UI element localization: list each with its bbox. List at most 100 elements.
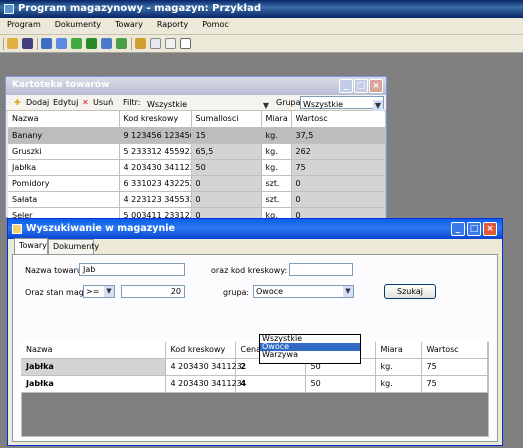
document-icon[interactable] xyxy=(150,38,161,49)
name-input[interactable]: Jab xyxy=(79,263,185,276)
kartoteka-title-bar[interactable]: Kartoteka towarów _ □ × xyxy=(6,77,386,95)
operator-select[interactable]: >= ▼ xyxy=(83,285,115,298)
group-select[interactable]: Wszystkie ▼ xyxy=(300,96,384,111)
chevron-down-icon: ▼ xyxy=(104,286,114,297)
table-row[interactable]: Banany 9 123456 123456 15 kg. 37,5 xyxy=(8,127,386,144)
menu-pomoc[interactable]: Pomoc xyxy=(195,18,236,31)
menu-raporty[interactable]: Raporty xyxy=(150,18,195,31)
minimize-button[interactable]: _ xyxy=(451,222,465,236)
folder-icon[interactable] xyxy=(7,38,18,49)
search-button[interactable]: Szukaj xyxy=(384,284,436,299)
group-value: Wszystkie xyxy=(303,100,344,109)
column-header[interactable]: Wartosc xyxy=(291,111,386,128)
column-header[interactable]: Miara xyxy=(261,111,292,128)
column-header[interactable]: Kod kreskowy xyxy=(119,111,192,128)
group-value: Owoce xyxy=(256,287,284,296)
cell: Banany xyxy=(8,127,120,144)
app-title-bar: Program magazynowy - magazyn: Przykład xyxy=(0,0,523,18)
column-header[interactable]: Miara xyxy=(375,342,422,359)
table-row[interactable]: Jabłka 4 203430 341123 4 50 kg. 75 xyxy=(21,375,488,393)
menu-towary[interactable]: Towary xyxy=(108,18,150,31)
filter-value: Wszystkie xyxy=(147,100,188,109)
column-header[interactable]: Kod kreskowy xyxy=(165,342,236,359)
stock-input[interactable]: 20 xyxy=(121,285,185,298)
add-icon[interactable]: ✚ xyxy=(14,98,21,107)
table-row[interactable]: Pomidory 6 331023 432252 0 szt. 0 xyxy=(8,175,386,192)
cell: 0 xyxy=(191,175,262,192)
cell: 15 xyxy=(191,127,262,144)
delete-icon[interactable]: ✕ xyxy=(82,98,89,107)
cell: Pomidory xyxy=(8,175,120,192)
menu-bar: Program Dokumenty Towary Raporty Pomoc xyxy=(0,18,523,35)
maximize-button[interactable]: □ xyxy=(354,79,368,93)
tab-dokumenty[interactable]: Dokumenty xyxy=(48,239,99,254)
cell: 75 xyxy=(421,358,488,376)
group-label: grupa: xyxy=(223,288,250,297)
cell: 0 xyxy=(291,175,386,192)
grid-header: Nazwa Kod kreskowy Cena Ilość Miara Wart… xyxy=(21,342,488,359)
table-row[interactable]: Gruszki 5 233312 455923 65,5 kg. 262 xyxy=(8,143,386,160)
move-icon[interactable] xyxy=(56,38,67,49)
cell: Jabłka xyxy=(21,375,166,393)
minimize-button[interactable]: _ xyxy=(339,79,353,93)
report-icon[interactable] xyxy=(165,38,176,49)
edit-document-icon[interactable] xyxy=(135,38,146,49)
stock-label: Oraz stan mag. : xyxy=(25,288,92,297)
edit-button[interactable]: Edytuj xyxy=(53,98,78,107)
column-header[interactable]: Sumallosci xyxy=(191,111,262,128)
add-button[interactable]: Dodaj xyxy=(26,98,49,107)
chart-icon[interactable] xyxy=(180,38,191,49)
column-header[interactable]: Wartosc xyxy=(421,342,488,359)
refresh-icon[interactable] xyxy=(101,38,112,49)
menu-program[interactable]: Program xyxy=(0,18,48,31)
car-icon[interactable] xyxy=(41,38,52,49)
table-row[interactable]: Sałata 4 223123 345532 0 szt. 0 xyxy=(8,191,386,208)
chevron-down-icon: ▼ xyxy=(373,100,383,111)
barcode-input[interactable] xyxy=(289,263,353,276)
kartoteka-title: Kartoteka towarów xyxy=(12,80,110,90)
cell: szt. xyxy=(261,191,292,208)
table-row[interactable]: Jabłka 4 203430 341123 2 50 kg. 75 xyxy=(21,358,488,376)
chevron-down-icon: ▼ xyxy=(343,286,353,297)
main-toolbar xyxy=(0,35,523,53)
cell: 4 203430 341123 xyxy=(119,159,192,176)
delete-button[interactable]: Usuń xyxy=(93,98,113,107)
close-button[interactable]: × xyxy=(369,79,383,93)
close-button[interactable]: × xyxy=(483,222,497,236)
tree-icon[interactable] xyxy=(86,38,97,49)
table-row[interactable]: Jabłka 4 203430 341123 50 kg. 75 xyxy=(8,159,386,176)
group-select[interactable]: Owoce ▼ xyxy=(253,285,354,298)
search-title-bar[interactable]: Wyszukiwanie w magazynie _ □ × xyxy=(8,219,502,239)
app-icon xyxy=(4,4,14,14)
cell: 65,5 xyxy=(191,143,262,160)
toolbar-separator xyxy=(131,38,132,50)
app-title: Program magazynowy - magazyn: Przykład xyxy=(18,3,262,14)
cell: 6 331023 432252 xyxy=(119,175,192,192)
search-window: Wyszukiwanie w magazynie _ □ × Towary Do… xyxy=(7,218,503,446)
cell: Jabłka xyxy=(21,358,166,376)
cell: kg. xyxy=(261,159,292,176)
cell: 75 xyxy=(291,159,386,176)
cell: kg. xyxy=(261,127,292,144)
toolbar-separator xyxy=(3,38,4,50)
cell: Sałata xyxy=(8,191,120,208)
filter-select[interactable]: Wszystkie ▼ xyxy=(144,96,272,110)
cell: 9 123456 123456 xyxy=(119,127,192,144)
column-header[interactable]: Nazwa xyxy=(21,342,166,359)
cell: Jabłka xyxy=(8,159,120,176)
toolbar-separator xyxy=(37,38,38,50)
kartoteka-window: Kartoteka towarów _ □ × ✚ Dodaj Edytuj ✕… xyxy=(5,76,387,224)
truck-icon[interactable] xyxy=(22,38,33,49)
dropdown-option[interactable]: Warzywa xyxy=(260,351,360,359)
cell: 37,5 xyxy=(291,127,386,144)
cycle-icon[interactable] xyxy=(116,38,127,49)
search-window-icon xyxy=(12,224,22,234)
results-grid: Nazwa Kod kreskowy Cena Ilość Miara Wart… xyxy=(21,342,488,393)
tab-towary[interactable]: Towary xyxy=(14,238,48,255)
menu-dokumenty[interactable]: Dokumenty xyxy=(48,18,108,31)
maximize-button[interactable]: □ xyxy=(467,222,481,236)
column-header[interactable]: Nazwa xyxy=(8,111,120,128)
grid-icon[interactable] xyxy=(71,38,82,49)
cell: 75 xyxy=(421,375,488,393)
group-dropdown-list: Wszystkie Owoce Warzywa xyxy=(259,334,361,364)
